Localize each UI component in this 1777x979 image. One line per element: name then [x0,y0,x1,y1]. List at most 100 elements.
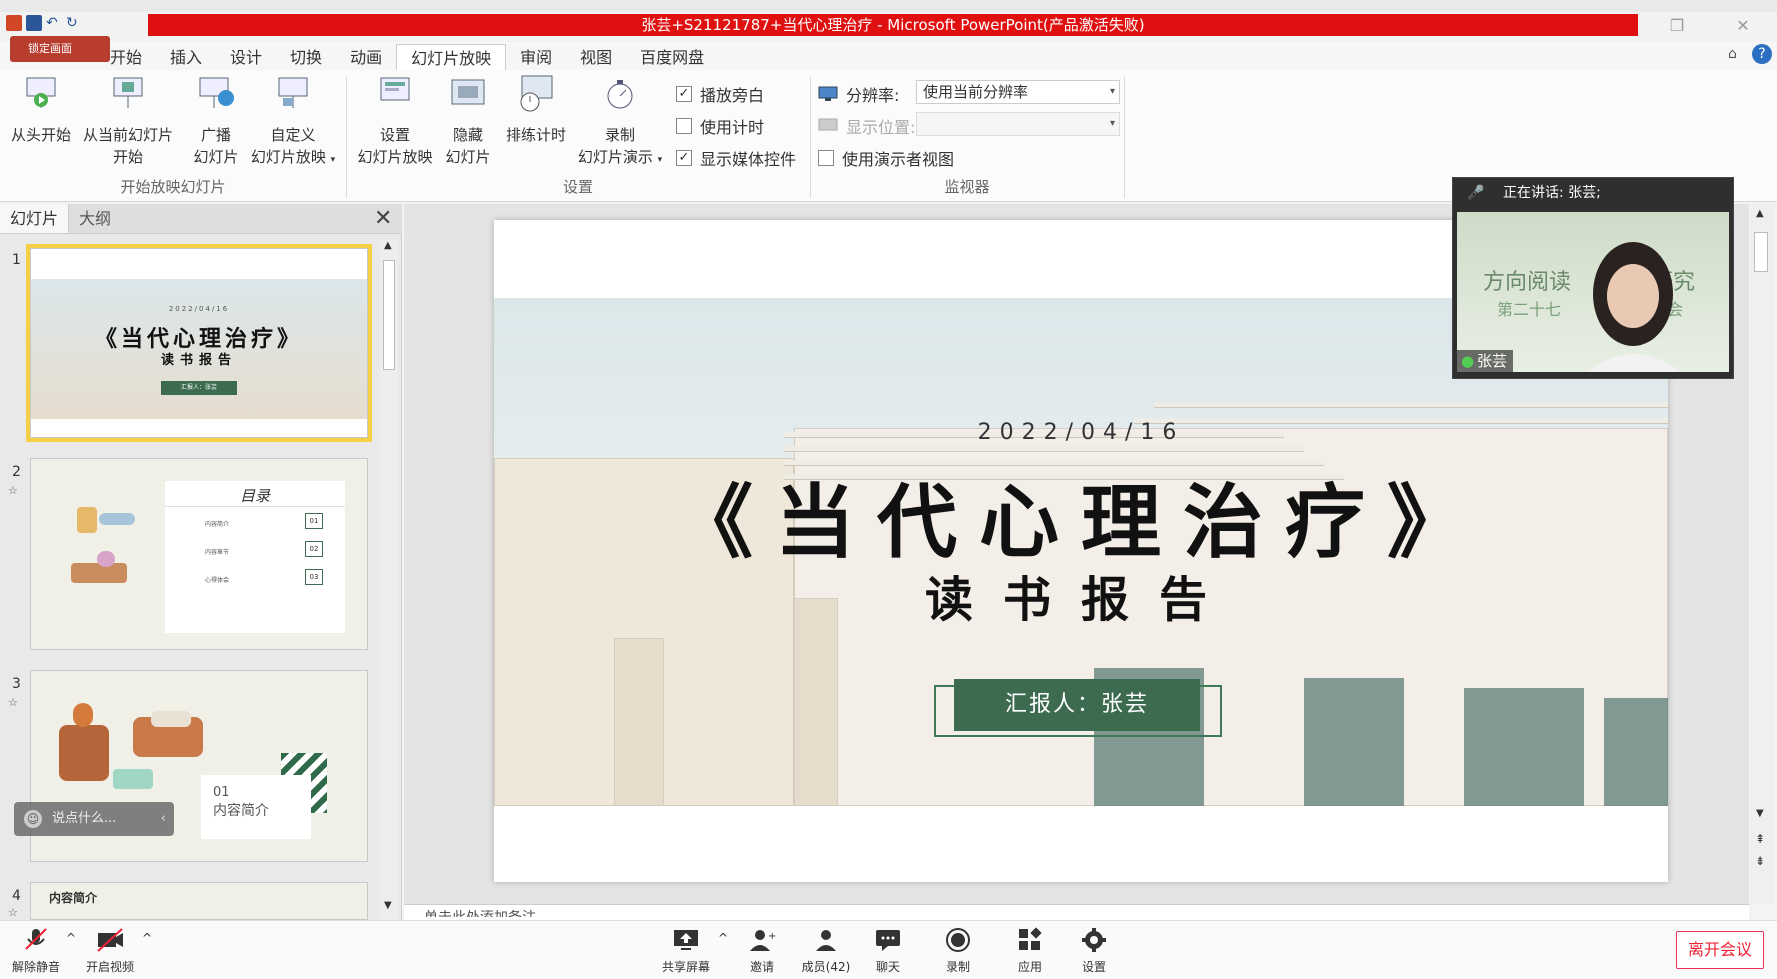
animation-star-icon: ☆ [8,484,18,497]
speaker-video-window[interactable]: 🎤 正在讲话: 张芸; 方向阅读研究 第二十七告会 ● 张芸 [1452,177,1734,379]
chat-button[interactable]: 聊天 [868,927,908,975]
chat-label: 聊天 [875,960,900,974]
section-box: 01 内容简介 [201,775,311,839]
scroll-thumb[interactable] [383,260,395,370]
from-current-button[interactable]: 从当前幻灯片 开始 [78,74,178,168]
use-timings-checkbox[interactable]: 使用计时 [676,114,764,138]
scroll-up-icon[interactable]: ▲ [384,240,392,251]
from-current-label: 从当前幻灯片 [82,126,173,144]
custom-show-button[interactable]: 自定义 幻灯片放映 ▾ [248,74,338,171]
chevron-up-icon[interactable]: ^ [66,931,76,945]
custom-show-label: 自定义 [270,126,316,144]
tab-transitions[interactable]: 切换 [276,44,336,72]
checkbox-checked-icon: ✓ [676,150,692,166]
close-icon[interactable]: ✕ [1732,16,1754,36]
ribbon-collapse-icon[interactable]: ⌂ [1728,46,1737,62]
quick-access-toolbar: ↶ ↻ [0,12,82,34]
invite-button[interactable]: + 邀请 [742,927,782,975]
toc-item: 内容章节 [205,549,230,556]
hide-label-2: 幻灯片 [445,148,491,166]
chevron-up-icon[interactable]: ^ [718,931,728,945]
record-label: 录制 [604,126,635,144]
hide-label: 隐藏 [452,126,483,144]
setup-slideshow-icon [380,77,410,101]
tab-review[interactable]: 审阅 [506,44,566,72]
louver [1154,402,1668,408]
gear-icon [1082,928,1106,952]
pillar [614,638,664,806]
window [1604,698,1668,806]
leave-meeting-button[interactable]: 离开会议 [1676,931,1764,969]
share-screen-button[interactable]: 共享屏幕 [656,927,716,975]
chat-icon [876,930,900,951]
tab-baidu-netdisk[interactable]: 百度网盘 [626,44,718,72]
restore-icon[interactable]: ❐ [1666,16,1688,36]
mic-muted-icon: 🎤 [1467,185,1485,201]
broadcast-button[interactable]: 广播 幻灯片 [186,74,246,168]
tab-view[interactable]: 视图 [566,44,626,72]
settings-button[interactable]: 设置 [1074,927,1114,975]
redo-icon[interactable]: ↻ [66,15,82,31]
play-narration-checkbox[interactable]: ✓ 播放旁白 [676,82,764,106]
resolution-select[interactable]: 使用当前分辨率 ▾ [916,80,1120,104]
setup-label: 设置 [379,126,410,144]
unmute-button[interactable]: 解除静音 [8,927,64,975]
apps-button[interactable]: 应用 [1010,927,1050,975]
from-beginning-label: 从头开始 [10,126,71,144]
show-on-select[interactable]: ▾ [916,112,1120,136]
slide-thumbnail-1[interactable]: 2022/04/16 《当代心理治疗》 读书报告 汇报人：张芸 [26,244,372,442]
emoji-icon[interactable]: ☺ [24,810,42,828]
hide-slide-button[interactable]: 隐藏 幻灯片 [438,74,498,168]
scroll-down-icon[interactable]: ▼ [1756,808,1764,819]
thumb-heading: 内容简介 [49,891,98,905]
save-icon[interactable] [26,15,42,31]
thumb-date: 2022/04/16 [168,305,230,313]
help-icon[interactable]: ? [1752,44,1772,64]
rehearse-timings-button[interactable]: 排练计时 [498,74,574,146]
start-video-label: 开启视频 [85,960,134,974]
show-on-label: 显示位置: [846,118,916,137]
lock-screen-badge[interactable]: 锁定画面 [10,36,110,62]
tab-insert[interactable]: 插入 [156,44,216,72]
show-media-controls-checkbox[interactable]: ✓ 显示媒体控件 [676,146,796,170]
tab-slides[interactable]: 幻灯片 [0,204,70,233]
slide-thumbnail-4[interactable]: 内容简介 [30,882,368,920]
setup-label-2: 幻灯片放映 [357,148,433,166]
broadcast-icon [199,77,234,108]
share-screen-icon [674,930,698,950]
hide-slide-icon [451,79,485,105]
undo-icon[interactable]: ↶ [46,15,62,31]
scroll-thumb[interactable] [1754,232,1768,272]
scroll-up-icon[interactable]: ▲ [1756,208,1764,219]
monitor-disabled-icon [818,118,838,131]
tab-slideshow[interactable]: 幻灯片放映 [396,44,507,72]
notes-placeholder: 单击此处添加备注 [424,905,1749,917]
show-media-label: 显示媒体控件 [700,150,797,169]
members-button[interactable]: 成员(42) [798,927,854,975]
chevron-up-icon[interactable]: ^ [142,931,152,945]
setup-slideshow-button[interactable]: 设置 幻灯片放映 [350,74,440,168]
chat-input-bubble[interactable]: ☺ 说点什么... ‹ [14,802,174,836]
presenter-view-checkbox[interactable]: 使用演示者视图 [818,146,954,170]
slides-pane-scrollbar[interactable]: ▲ ▼ [380,240,398,920]
record-slideshow-button[interactable]: 录制 幻灯片演示 ▾ [572,74,668,171]
next-slide-icon[interactable]: ⇟ [1755,854,1765,868]
record-button[interactable]: 录制 [938,927,978,975]
tab-outline[interactable]: 大纲 [69,204,121,233]
custom-show-label-2: 幻灯片放映 [250,148,326,166]
tab-animations[interactable]: 动画 [336,44,396,72]
speaker-name: 张芸 [1477,352,1508,370]
chevron-left-icon[interactable]: ‹ [161,802,166,836]
slide-thumbnail-2[interactable]: 目录 内容简介 内容章节 心得体会 01 02 03 [30,458,368,650]
notes-pane[interactable]: 单击此处添加备注 [404,904,1749,920]
illustration-people-icon [67,499,147,609]
tab-design[interactable]: 设计 [216,44,276,72]
previous-slide-icon[interactable]: ⇞ [1755,832,1765,846]
from-beginning-button[interactable]: 从头开始 [6,74,76,146]
close-pane-icon[interactable]: ✕ [374,206,392,231]
checkbox-unchecked-icon [676,118,692,134]
group-label-setup: 设置 [562,178,593,196]
start-video-button[interactable]: 开启视频 [82,927,138,975]
scroll-down-icon[interactable]: ▼ [384,900,392,911]
slide-scrollbar[interactable]: ▲ ▼ ⇞ ⇟ [1750,204,1774,904]
